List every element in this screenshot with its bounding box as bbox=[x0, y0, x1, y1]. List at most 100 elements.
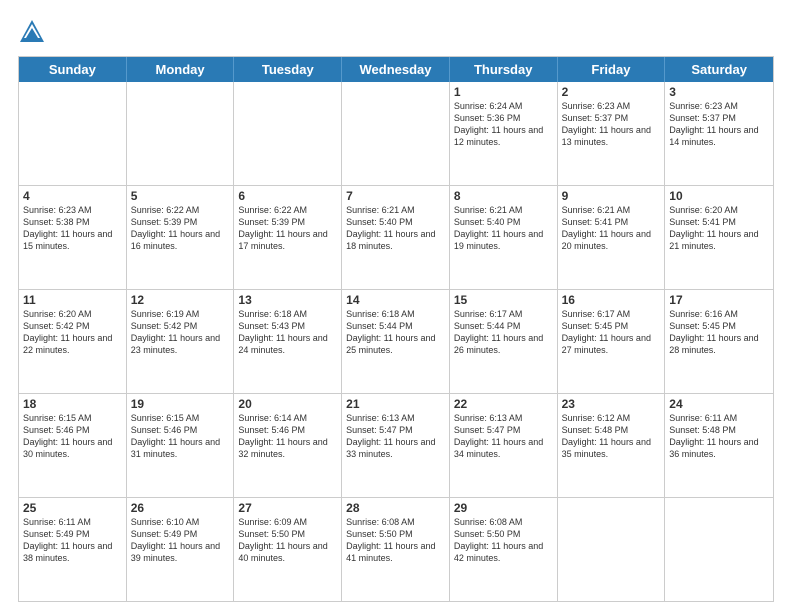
cal-header-monday: Monday bbox=[127, 57, 235, 82]
cal-day-1: 1Sunrise: 6:24 AM Sunset: 5:36 PM Daylig… bbox=[450, 82, 558, 185]
cal-empty bbox=[342, 82, 450, 185]
calendar-page: SundayMondayTuesdayWednesdayThursdayFrid… bbox=[0, 0, 792, 612]
day-info: Sunrise: 6:11 AM Sunset: 5:49 PM Dayligh… bbox=[23, 516, 122, 565]
cal-week-3: 11Sunrise: 6:20 AM Sunset: 5:42 PM Dayli… bbox=[19, 290, 773, 394]
cal-day-13: 13Sunrise: 6:18 AM Sunset: 5:43 PM Dayli… bbox=[234, 290, 342, 393]
cal-day-10: 10Sunrise: 6:20 AM Sunset: 5:41 PM Dayli… bbox=[665, 186, 773, 289]
cal-day-19: 19Sunrise: 6:15 AM Sunset: 5:46 PM Dayli… bbox=[127, 394, 235, 497]
cal-header-wednesday: Wednesday bbox=[342, 57, 450, 82]
cal-week-1: 1Sunrise: 6:24 AM Sunset: 5:36 PM Daylig… bbox=[19, 82, 773, 186]
cal-week-2: 4Sunrise: 6:23 AM Sunset: 5:38 PM Daylig… bbox=[19, 186, 773, 290]
day-info: Sunrise: 6:10 AM Sunset: 5:49 PM Dayligh… bbox=[131, 516, 230, 565]
cal-day-3: 3Sunrise: 6:23 AM Sunset: 5:37 PM Daylig… bbox=[665, 82, 773, 185]
cal-day-26: 26Sunrise: 6:10 AM Sunset: 5:49 PM Dayli… bbox=[127, 498, 235, 601]
cal-day-11: 11Sunrise: 6:20 AM Sunset: 5:42 PM Dayli… bbox=[19, 290, 127, 393]
day-number: 4 bbox=[23, 189, 122, 203]
cal-day-23: 23Sunrise: 6:12 AM Sunset: 5:48 PM Dayli… bbox=[558, 394, 666, 497]
cal-day-29: 29Sunrise: 6:08 AM Sunset: 5:50 PM Dayli… bbox=[450, 498, 558, 601]
day-info: Sunrise: 6:11 AM Sunset: 5:48 PM Dayligh… bbox=[669, 412, 769, 461]
cal-header-tuesday: Tuesday bbox=[234, 57, 342, 82]
cal-day-27: 27Sunrise: 6:09 AM Sunset: 5:50 PM Dayli… bbox=[234, 498, 342, 601]
cal-empty bbox=[558, 498, 666, 601]
day-number: 15 bbox=[454, 293, 553, 307]
day-number: 18 bbox=[23, 397, 122, 411]
day-number: 12 bbox=[131, 293, 230, 307]
day-number: 3 bbox=[669, 85, 769, 99]
day-info: Sunrise: 6:13 AM Sunset: 5:47 PM Dayligh… bbox=[346, 412, 445, 461]
day-number: 6 bbox=[238, 189, 337, 203]
day-number: 17 bbox=[669, 293, 769, 307]
cal-week-4: 18Sunrise: 6:15 AM Sunset: 5:46 PM Dayli… bbox=[19, 394, 773, 498]
calendar-body: 1Sunrise: 6:24 AM Sunset: 5:36 PM Daylig… bbox=[19, 82, 773, 601]
cal-day-15: 15Sunrise: 6:17 AM Sunset: 5:44 PM Dayli… bbox=[450, 290, 558, 393]
cal-day-12: 12Sunrise: 6:19 AM Sunset: 5:42 PM Dayli… bbox=[127, 290, 235, 393]
day-info: Sunrise: 6:18 AM Sunset: 5:43 PM Dayligh… bbox=[238, 308, 337, 357]
logo bbox=[18, 18, 50, 46]
cal-empty bbox=[665, 498, 773, 601]
day-number: 27 bbox=[238, 501, 337, 515]
day-info: Sunrise: 6:17 AM Sunset: 5:45 PM Dayligh… bbox=[562, 308, 661, 357]
cal-day-28: 28Sunrise: 6:08 AM Sunset: 5:50 PM Dayli… bbox=[342, 498, 450, 601]
day-info: Sunrise: 6:21 AM Sunset: 5:40 PM Dayligh… bbox=[454, 204, 553, 253]
day-info: Sunrise: 6:15 AM Sunset: 5:46 PM Dayligh… bbox=[131, 412, 230, 461]
day-number: 25 bbox=[23, 501, 122, 515]
cal-day-20: 20Sunrise: 6:14 AM Sunset: 5:46 PM Dayli… bbox=[234, 394, 342, 497]
day-info: Sunrise: 6:14 AM Sunset: 5:46 PM Dayligh… bbox=[238, 412, 337, 461]
day-info: Sunrise: 6:08 AM Sunset: 5:50 PM Dayligh… bbox=[454, 516, 553, 565]
cal-empty bbox=[234, 82, 342, 185]
day-number: 28 bbox=[346, 501, 445, 515]
cal-day-24: 24Sunrise: 6:11 AM Sunset: 5:48 PM Dayli… bbox=[665, 394, 773, 497]
day-info: Sunrise: 6:08 AM Sunset: 5:50 PM Dayligh… bbox=[346, 516, 445, 565]
cal-day-18: 18Sunrise: 6:15 AM Sunset: 5:46 PM Dayli… bbox=[19, 394, 127, 497]
cal-day-8: 8Sunrise: 6:21 AM Sunset: 5:40 PM Daylig… bbox=[450, 186, 558, 289]
day-info: Sunrise: 6:12 AM Sunset: 5:48 PM Dayligh… bbox=[562, 412, 661, 461]
day-info: Sunrise: 6:16 AM Sunset: 5:45 PM Dayligh… bbox=[669, 308, 769, 357]
cal-day-4: 4Sunrise: 6:23 AM Sunset: 5:38 PM Daylig… bbox=[19, 186, 127, 289]
day-number: 19 bbox=[131, 397, 230, 411]
cal-day-17: 17Sunrise: 6:16 AM Sunset: 5:45 PM Dayli… bbox=[665, 290, 773, 393]
day-number: 1 bbox=[454, 85, 553, 99]
day-number: 20 bbox=[238, 397, 337, 411]
day-number: 29 bbox=[454, 501, 553, 515]
cal-empty bbox=[127, 82, 235, 185]
logo-icon bbox=[18, 18, 46, 46]
cal-day-14: 14Sunrise: 6:18 AM Sunset: 5:44 PM Dayli… bbox=[342, 290, 450, 393]
day-info: Sunrise: 6:23 AM Sunset: 5:38 PM Dayligh… bbox=[23, 204, 122, 253]
cal-day-22: 22Sunrise: 6:13 AM Sunset: 5:47 PM Dayli… bbox=[450, 394, 558, 497]
day-info: Sunrise: 6:22 AM Sunset: 5:39 PM Dayligh… bbox=[131, 204, 230, 253]
cal-day-5: 5Sunrise: 6:22 AM Sunset: 5:39 PM Daylig… bbox=[127, 186, 235, 289]
day-number: 22 bbox=[454, 397, 553, 411]
day-info: Sunrise: 6:20 AM Sunset: 5:42 PM Dayligh… bbox=[23, 308, 122, 357]
day-number: 9 bbox=[562, 189, 661, 203]
day-info: Sunrise: 6:09 AM Sunset: 5:50 PM Dayligh… bbox=[238, 516, 337, 565]
day-number: 2 bbox=[562, 85, 661, 99]
day-info: Sunrise: 6:23 AM Sunset: 5:37 PM Dayligh… bbox=[669, 100, 769, 149]
day-info: Sunrise: 6:24 AM Sunset: 5:36 PM Dayligh… bbox=[454, 100, 553, 149]
day-number: 10 bbox=[669, 189, 769, 203]
cal-day-21: 21Sunrise: 6:13 AM Sunset: 5:47 PM Dayli… bbox=[342, 394, 450, 497]
day-info: Sunrise: 6:19 AM Sunset: 5:42 PM Dayligh… bbox=[131, 308, 230, 357]
day-info: Sunrise: 6:23 AM Sunset: 5:37 PM Dayligh… bbox=[562, 100, 661, 149]
cal-header-thursday: Thursday bbox=[450, 57, 558, 82]
cal-week-5: 25Sunrise: 6:11 AM Sunset: 5:49 PM Dayli… bbox=[19, 498, 773, 601]
calendar-header-row: SundayMondayTuesdayWednesdayThursdayFrid… bbox=[19, 57, 773, 82]
cal-day-6: 6Sunrise: 6:22 AM Sunset: 5:39 PM Daylig… bbox=[234, 186, 342, 289]
day-number: 8 bbox=[454, 189, 553, 203]
day-info: Sunrise: 6:21 AM Sunset: 5:40 PM Dayligh… bbox=[346, 204, 445, 253]
day-info: Sunrise: 6:18 AM Sunset: 5:44 PM Dayligh… bbox=[346, 308, 445, 357]
cal-day-2: 2Sunrise: 6:23 AM Sunset: 5:37 PM Daylig… bbox=[558, 82, 666, 185]
day-number: 7 bbox=[346, 189, 445, 203]
cal-empty bbox=[19, 82, 127, 185]
day-number: 13 bbox=[238, 293, 337, 307]
day-number: 26 bbox=[131, 501, 230, 515]
cal-day-25: 25Sunrise: 6:11 AM Sunset: 5:49 PM Dayli… bbox=[19, 498, 127, 601]
page-header bbox=[18, 18, 774, 46]
day-info: Sunrise: 6:15 AM Sunset: 5:46 PM Dayligh… bbox=[23, 412, 122, 461]
day-number: 16 bbox=[562, 293, 661, 307]
cal-header-sunday: Sunday bbox=[19, 57, 127, 82]
calendar: SundayMondayTuesdayWednesdayThursdayFrid… bbox=[18, 56, 774, 602]
cal-day-16: 16Sunrise: 6:17 AM Sunset: 5:45 PM Dayli… bbox=[558, 290, 666, 393]
day-number: 11 bbox=[23, 293, 122, 307]
cal-header-saturday: Saturday bbox=[665, 57, 773, 82]
cal-header-friday: Friday bbox=[558, 57, 666, 82]
